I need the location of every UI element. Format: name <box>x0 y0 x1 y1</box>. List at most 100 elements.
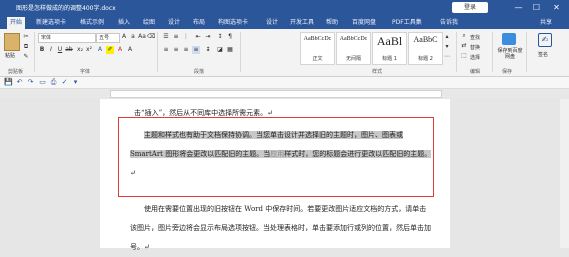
select-button[interactable]: 选择 <box>470 54 480 61</box>
copy-icon[interactable]: ⧉ <box>22 43 30 51</box>
editing-group-label: 编辑 <box>470 69 481 75</box>
style-sample: AaBbCcDc <box>303 36 332 42</box>
find-button[interactable]: 查找 <box>470 34 480 41</box>
style-name: 标题 1 <box>382 56 397 62</box>
style-sample: AaBbCcDc <box>339 36 368 42</box>
spell-check-icon[interactable]: ✓ <box>60 78 69 87</box>
window-title: 图形是怎样做成的的调整400字.docx <box>16 5 116 12</box>
select-icon[interactable]: ⬚ <box>460 52 468 60</box>
styles-more-icon[interactable]: ⋯ <box>443 53 451 61</box>
cloud-save-icon[interactable] <box>502 33 516 45</box>
ruler-bar <box>110 90 442 98</box>
style-name: 无间隔 <box>345 56 361 62</box>
justify-icon[interactable]: ≡ <box>192 46 200 54</box>
tab-draw[interactable]: 绘图 <box>143 17 155 29</box>
ribbon-separator <box>240 32 241 72</box>
subscript-icon[interactable]: x₂ <box>76 46 84 54</box>
share-button[interactable]: 共享 <box>540 17 552 29</box>
save-icon[interactable]: 💾 <box>4 78 13 87</box>
paste-icon[interactable] <box>4 33 20 51</box>
italic-icon[interactable]: I <box>47 46 55 54</box>
grow-font-icon[interactable]: A <box>120 33 128 41</box>
line-spacing-icon[interactable]: ↨ <box>204 46 212 54</box>
shrink-font-icon[interactable]: a <box>129 33 137 41</box>
paragraph-group-label: 段落 <box>194 69 205 75</box>
bullets-icon[interactable]: ☰ <box>162 33 170 41</box>
styles-scroll-up-icon[interactable]: ▴ <box>443 33 451 41</box>
sign-in-button[interactable]: 登录 <box>452 2 488 13</box>
maximize-button[interactable]: ☐ <box>530 2 543 13</box>
vertical-scrollbar[interactable] <box>560 99 569 248</box>
format-painter-icon[interactable]: ✎ <box>22 53 30 61</box>
superscript-icon[interactable]: x² <box>85 46 93 54</box>
font-color-icon[interactable]: A <box>116 46 124 54</box>
style-no-spacing[interactable]: AaBbCcDc 无间隔 <box>336 32 371 65</box>
tab-design[interactable]: 设计 <box>168 17 180 29</box>
tab-new[interactable]: 新建选项卡 <box>36 17 66 29</box>
increase-indent-icon[interactable]: ⇥ <box>204 33 212 41</box>
find-icon[interactable]: ⌕ <box>460 32 468 40</box>
show-marks-icon[interactable]: ¶ <box>226 33 234 41</box>
doc-paragraph-3[interactable]: 使用在需要位置出现的旧按钮在 Word 中保存时间。若要更改图片适应文档的方式，… <box>130 200 432 257</box>
tab-pdf[interactable]: PDF工具集 <box>392 17 422 29</box>
sign-icon[interactable]: ✍ <box>538 33 552 47</box>
tab-tell-me[interactable]: 告诉我 <box>440 17 458 29</box>
multilevel-list-icon[interactable]: ⋮ <box>182 33 190 41</box>
ribbon-tabs: 开始 新建选项卡 格式示例 插入 绘图 设计 布局 构图选项卡 设计 开发工具 … <box>0 17 569 29</box>
tab-insert[interactable]: 插入 <box>118 17 130 29</box>
bold-icon[interactable]: B <box>38 46 46 54</box>
text-effects-icon[interactable]: A <box>96 46 104 54</box>
tab-layout[interactable]: 布局 <box>193 17 205 29</box>
align-center-icon[interactable]: ≡ <box>172 46 180 54</box>
horizontal-ruler[interactable] <box>0 89 569 98</box>
minimize-button[interactable]: — <box>512 2 525 13</box>
ribbon-separator <box>157 32 158 72</box>
tab-design-2[interactable]: 设计 <box>266 17 278 29</box>
redo-icon[interactable]: ↷ <box>26 78 35 87</box>
style-heading-1[interactable]: AaBl 标题 1 <box>372 32 407 65</box>
style-sample: AaBl <box>376 34 403 48</box>
tab-format-sample[interactable]: 格式示例 <box>80 17 104 29</box>
underline-icon[interactable]: U <box>56 46 64 54</box>
char-shading-icon[interactable]: A <box>126 46 134 54</box>
align-left-icon[interactable]: ≡ <box>162 46 170 54</box>
ribbon: 粘贴 ✂ ⧉ ✎ 剪贴板 宋体 五号 A a Aa ⌫ B I U ab x₂ … <box>0 29 569 77</box>
change-case-icon[interactable]: Aa <box>138 33 146 41</box>
style-normal[interactable]: AaBbCcDc 正文 <box>300 32 335 65</box>
font-size-select[interactable]: 五号 <box>96 33 120 43</box>
styles-scroll-down-icon[interactable]: ▾ <box>443 43 451 51</box>
clear-format-icon[interactable]: ⌫ <box>147 33 155 41</box>
numbering-icon[interactable]: ≡ <box>172 33 180 41</box>
shading-icon[interactable]: ◪ <box>216 46 224 54</box>
tab-home[interactable]: 开始 <box>7 17 26 29</box>
font-name-select[interactable]: 宋体 <box>38 33 96 43</box>
decrease-indent-icon[interactable]: ⇤ <box>194 33 202 41</box>
sort-icon[interactable]: ↕ <box>216 33 224 41</box>
paste-label: 粘贴 <box>5 53 16 59</box>
tab-developer[interactable]: 开发工具 <box>290 17 314 29</box>
ribbon-separator <box>492 32 493 72</box>
tab-baidu[interactable]: 百度网盘 <box>352 17 376 29</box>
style-heading-2[interactable]: AaBbC 标题 2 <box>408 32 443 65</box>
tab-compose[interactable]: 构图选项卡 <box>218 17 248 29</box>
tab-help[interactable]: 帮助 <box>326 17 338 29</box>
replace-icon[interactable]: ⇄ <box>460 42 468 50</box>
save-to-baidu-button[interactable]: 保存到百度网盘 <box>496 48 524 60</box>
style-name: 标题 2 <box>418 56 433 62</box>
ribbon-separator <box>456 32 457 72</box>
print-preview-icon[interactable]: ⎙ <box>49 78 58 87</box>
undo-icon[interactable]: ↶ <box>15 78 24 87</box>
align-right-icon[interactable]: ≡ <box>182 46 190 54</box>
replace-button[interactable]: 替换 <box>470 44 480 51</box>
close-button[interactable]: ✕ <box>550 2 563 13</box>
ribbon-separator <box>34 32 35 72</box>
quick-access-toolbar: 💾 ↶ ↷ ▭ ⎙ ✓ ▾ <box>0 77 569 89</box>
customize-toolbar-icon[interactable]: ▾ <box>71 78 80 87</box>
new-doc-icon[interactable]: ▭ <box>38 78 47 87</box>
highlight-icon[interactable]: ✐ <box>106 46 114 54</box>
sign-button[interactable]: 签名 <box>538 51 548 58</box>
cut-icon[interactable]: ✂ <box>22 33 30 41</box>
strikethrough-icon[interactable]: ab <box>65 46 73 54</box>
styles-group-label: 样式 <box>372 69 383 75</box>
borders-icon[interactable]: ▦ <box>226 46 234 54</box>
